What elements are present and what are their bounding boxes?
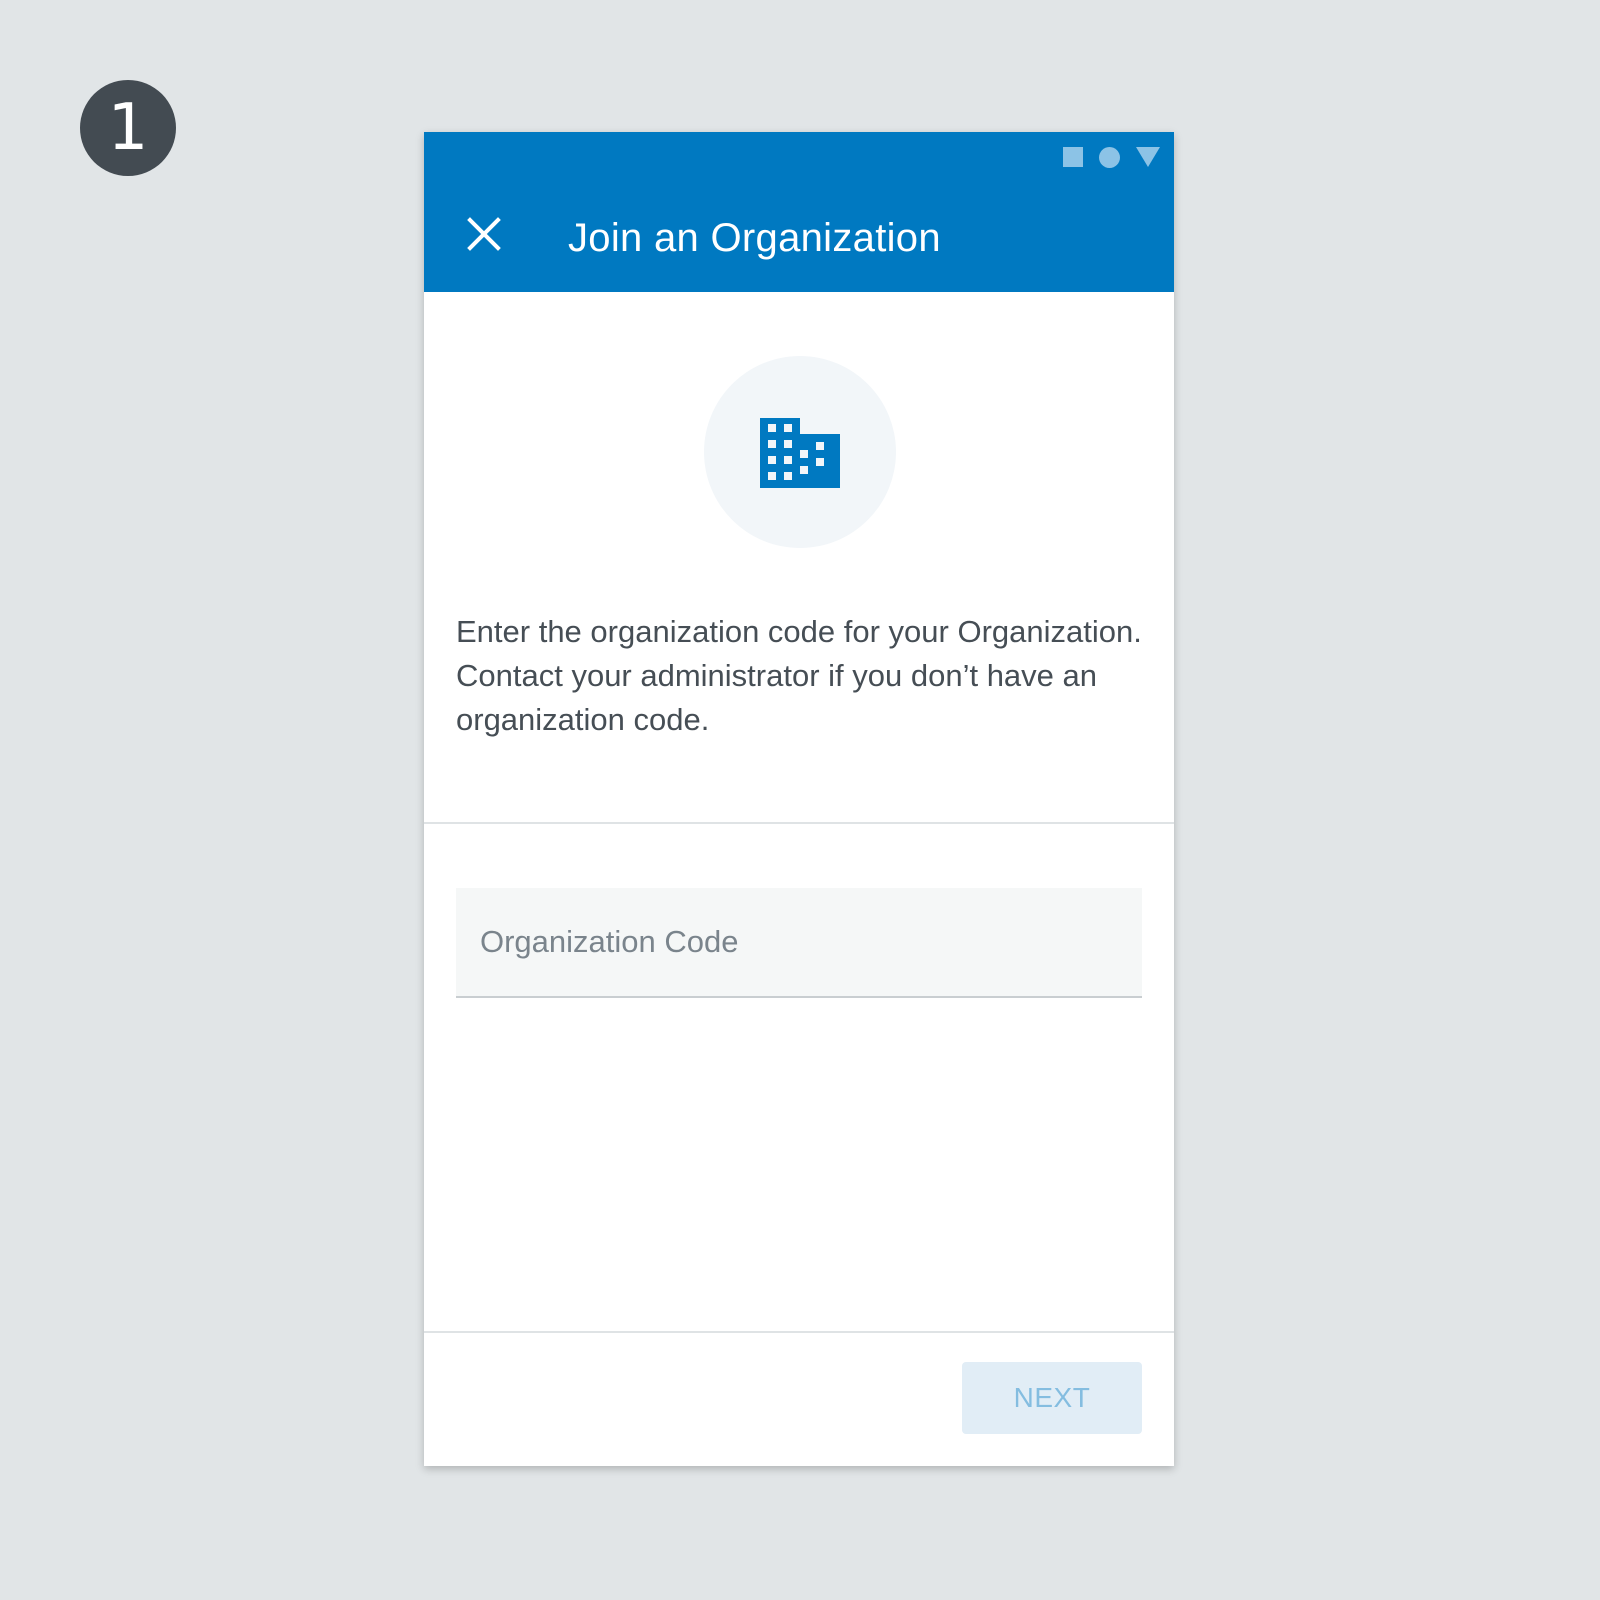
page-title: Join an Organization — [568, 216, 941, 260]
status-bar — [1063, 146, 1160, 168]
close-icon — [467, 217, 501, 251]
instructions-text: Enter the organization code for your Org… — [456, 614, 1142, 737]
triangle-icon — [1136, 147, 1160, 167]
square-icon — [1063, 147, 1083, 167]
divider — [424, 1331, 1174, 1333]
circle-icon — [1099, 146, 1120, 168]
divider — [424, 822, 1174, 824]
organization-code-input[interactable] — [456, 888, 1142, 996]
building-icon — [760, 418, 840, 488]
next-button[interactable]: NEXT — [962, 1362, 1142, 1434]
app-bar: Join an Organization — [424, 132, 1174, 292]
organization-code-field[interactable] — [456, 888, 1142, 998]
organization-icon-circle — [704, 356, 896, 548]
phone-screen: Join an Organization Enter the organizat… — [424, 132, 1174, 1466]
step-number-badge: 1 — [80, 80, 176, 176]
close-button[interactable] — [462, 212, 506, 256]
